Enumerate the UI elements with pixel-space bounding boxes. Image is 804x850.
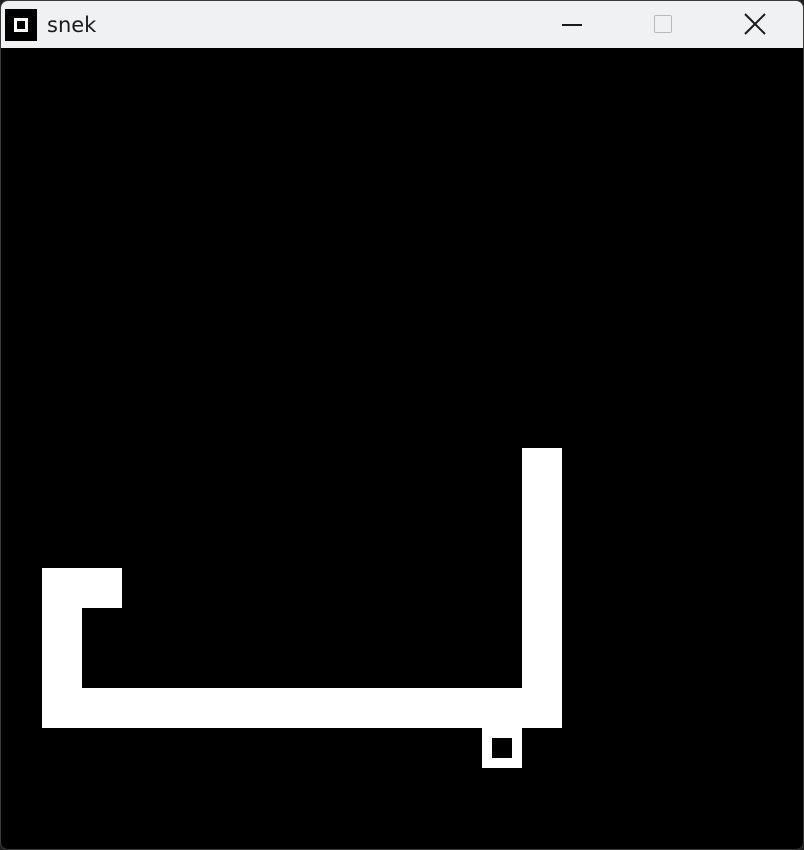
title-bar[interactable]: snek: [1, 1, 803, 48]
snake-segment: [42, 568, 82, 608]
snake-segment: [82, 568, 122, 608]
minimize-button[interactable]: [549, 1, 595, 48]
snake-segment: [522, 488, 562, 528]
snake-segment: [242, 688, 282, 728]
snake-segment: [322, 688, 362, 728]
snake-segment: [482, 688, 522, 728]
snake-segment: [82, 688, 122, 728]
snake-segment: [42, 608, 82, 648]
game-board[interactable]: [2, 48, 802, 848]
snake-segment: [522, 568, 562, 608]
snake-segment: [122, 688, 162, 728]
app-icon-ring: [14, 18, 28, 32]
snake-segment: [522, 648, 562, 688]
close-button[interactable]: [732, 1, 778, 48]
food-pellet: [482, 728, 522, 768]
snake-segment: [202, 688, 242, 728]
snake-segment: [522, 688, 562, 728]
snake-segment: [42, 688, 82, 728]
snake-segment: [42, 648, 82, 688]
snake-segment: [282, 688, 322, 728]
maximize-icon: [654, 15, 672, 33]
snake-segment: [402, 688, 442, 728]
window-title: snek: [47, 13, 97, 37]
snake-segment: [522, 608, 562, 648]
snake-app-icon: [5, 9, 37, 41]
snake-segment: [162, 688, 202, 728]
snake-head: [522, 448, 562, 488]
snake-segment: [522, 528, 562, 568]
maximize-button: [640, 1, 686, 48]
minimize-icon: [562, 24, 582, 26]
snake-segment: [442, 688, 482, 728]
game-window: snek: [0, 0, 804, 850]
close-icon: [744, 13, 766, 35]
snake-segment: [362, 688, 402, 728]
